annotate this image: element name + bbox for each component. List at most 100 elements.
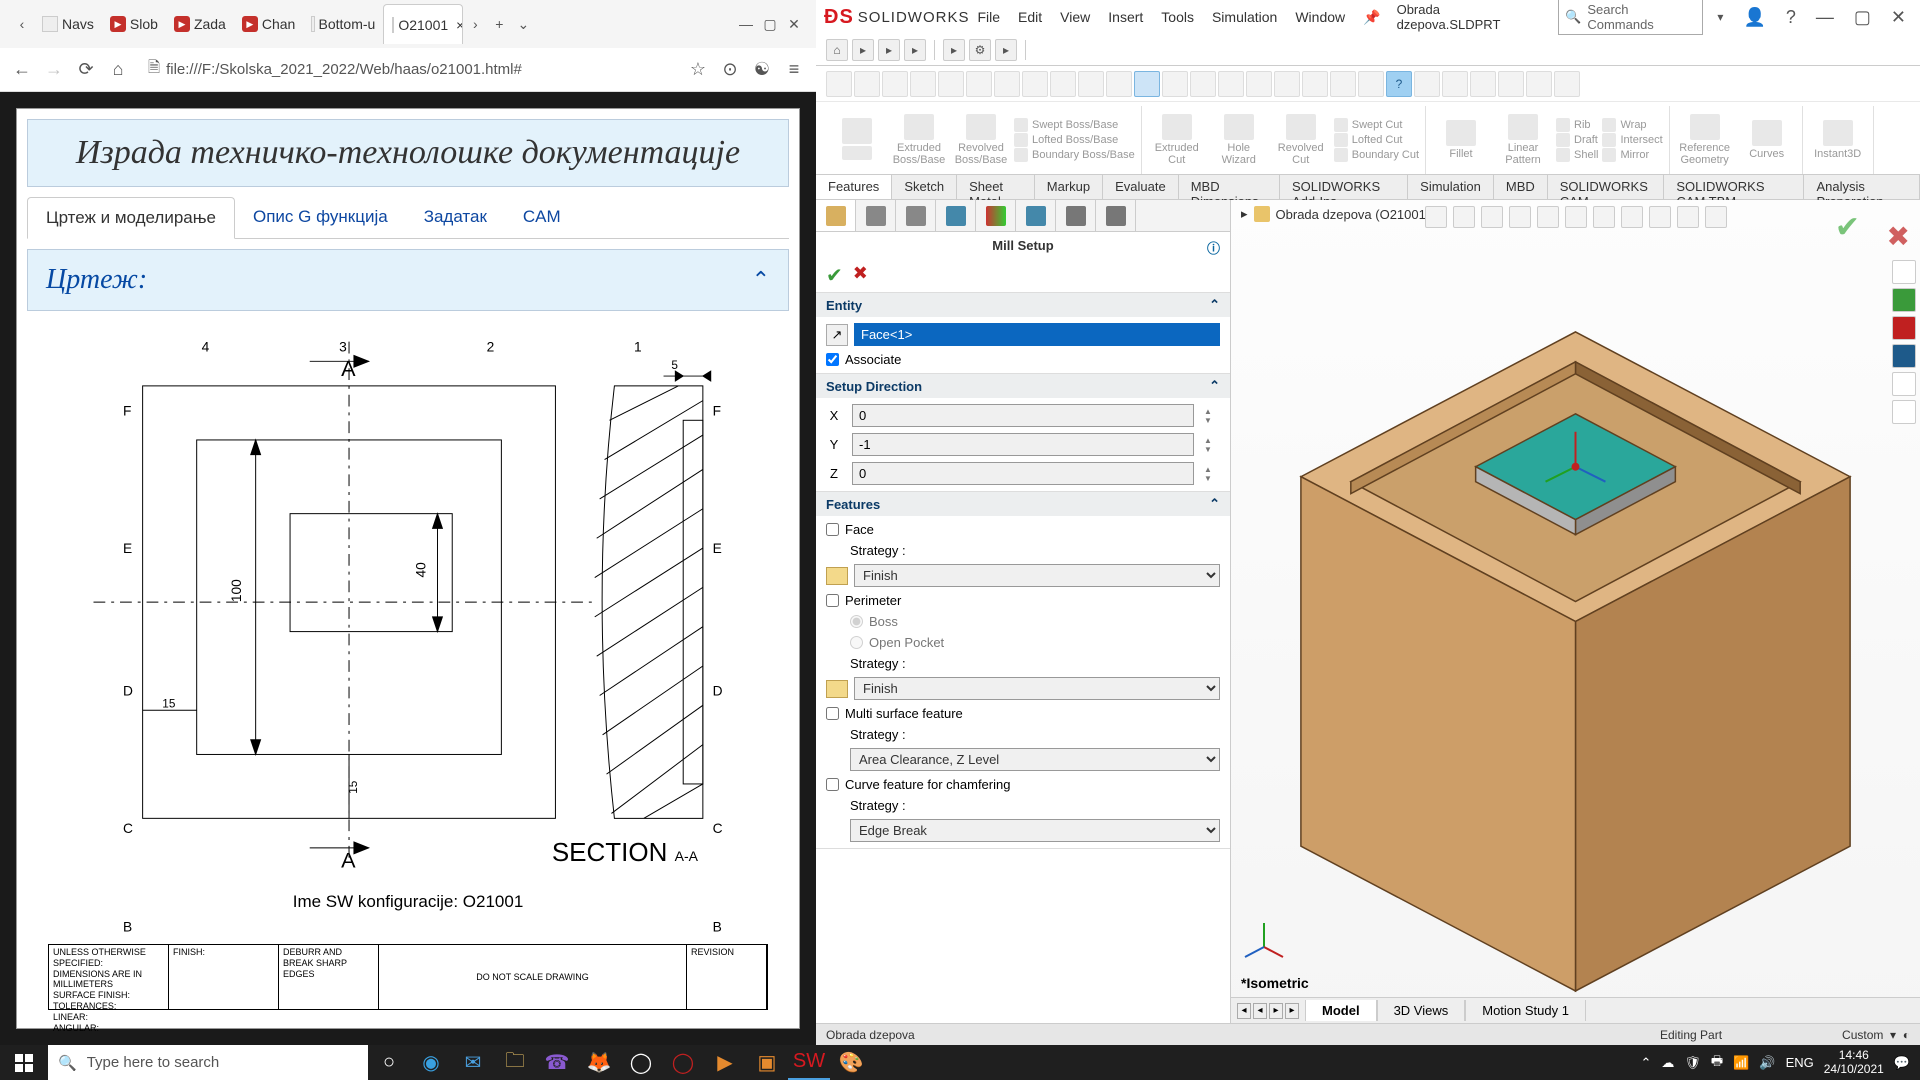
perimeter-checkbox[interactable]: Perimeter xyxy=(826,593,1220,608)
window-min-button[interactable]: — xyxy=(734,12,758,36)
features-section-header[interactable]: Features⌃ xyxy=(816,492,1230,516)
taskpane-icon[interactable] xyxy=(1892,316,1916,340)
pm-tab[interactable] xyxy=(936,200,976,231)
view-tool-icon[interactable] xyxy=(1593,206,1615,228)
print-icon[interactable]: ▸ xyxy=(943,39,965,61)
cm-tab-addins[interactable]: SOLIDWORKS Add-Ins xyxy=(1280,175,1408,199)
pm-tab[interactable] xyxy=(816,200,856,231)
taskpane-icon[interactable] xyxy=(1892,288,1916,312)
cam-tool-icon[interactable] xyxy=(826,71,852,97)
strategy-select[interactable]: Area Clearance, Z Level xyxy=(850,748,1220,771)
status-icon[interactable]: ◐ xyxy=(1903,1028,1910,1042)
save-icon[interactable]: ▸ xyxy=(904,39,926,61)
window-close-button[interactable]: ✕ xyxy=(1885,7,1912,28)
cam-tool-icon[interactable] xyxy=(966,71,992,97)
pm-tab[interactable] xyxy=(1016,200,1056,231)
rib-button[interactable]: Rib xyxy=(1556,118,1598,132)
wrap-button[interactable]: Wrap xyxy=(1602,118,1662,132)
page-tab[interactable]: Цртеж и моделирање xyxy=(27,197,235,239)
face-checkbox[interactable]: Face xyxy=(826,522,1220,537)
shell-button[interactable]: Shell xyxy=(1556,148,1598,162)
cancel-button[interactable]: ✖ xyxy=(853,263,868,288)
mail-icon[interactable]: ✉ xyxy=(452,1045,494,1080)
collapse-header[interactable]: Цртеж: ⌃ xyxy=(27,249,789,311)
z-input[interactable] xyxy=(852,462,1194,485)
printer-icon[interactable]: 🖶 xyxy=(1711,1052,1723,1074)
browser-tab[interactable]: Navs xyxy=(34,4,102,44)
window-max-button[interactable]: ▢ xyxy=(1848,7,1877,28)
model-tab[interactable]: Model xyxy=(1305,1000,1377,1021)
edge-icon[interactable]: ◉ xyxy=(410,1045,452,1080)
browser-tab[interactable]: ▶Chan xyxy=(234,4,303,44)
cm-tab-mbddim[interactable]: MBD Dimensions xyxy=(1179,175,1280,199)
bookmark-icon[interactable]: ☆ xyxy=(688,60,708,80)
browser-tab[interactable]: Bottom-u xyxy=(303,4,383,44)
curve-chamfer-checkbox[interactable]: Curve feature for chamfering xyxy=(826,777,1220,792)
view-tool-icon[interactable] xyxy=(1537,206,1559,228)
motion-study-tab[interactable]: Motion Study 1 xyxy=(1465,1000,1586,1021)
menu-edit[interactable]: Edit xyxy=(1018,9,1042,26)
instant3d-button[interactable]: Instant3D xyxy=(1809,106,1867,174)
cm-tab-mbd[interactable]: MBD xyxy=(1494,175,1548,199)
cam-tool-icon[interactable] xyxy=(1246,71,1272,97)
browser-tab[interactable]: ▶Zada xyxy=(166,4,234,44)
tab-next-icon[interactable]: › xyxy=(463,12,487,36)
y-input[interactable] xyxy=(852,433,1194,456)
opera-icon[interactable]: ◯ xyxy=(662,1045,704,1080)
solidworks-taskbar-icon[interactable]: SW xyxy=(788,1045,830,1080)
view-tool-icon[interactable] xyxy=(1677,206,1699,228)
user-icon[interactable]: 👤 xyxy=(1737,7,1771,28)
nav-back-button[interactable]: ← xyxy=(12,60,32,80)
cm-tab-swcamtbm[interactable]: SOLIDWORKS CAM TBM xyxy=(1664,175,1804,199)
nav-home-button[interactable]: ⌂ xyxy=(108,60,128,80)
lofted-boss-button[interactable]: Lofted Boss/Base xyxy=(1014,133,1135,147)
cm-tab-features[interactable]: Features xyxy=(816,175,892,199)
cam-tool-icon[interactable] xyxy=(854,71,880,97)
onedrive-icon[interactable]: ☁ xyxy=(1661,1055,1674,1071)
window-max-button[interactable]: ▢ xyxy=(758,12,782,36)
cam-tool-icon[interactable] xyxy=(1302,71,1328,97)
taskpane-icon[interactable] xyxy=(1892,400,1916,424)
cam-tool-icon[interactable] xyxy=(1218,71,1244,97)
taskpane-icon[interactable] xyxy=(1892,344,1916,368)
page-tab[interactable]: CAM xyxy=(505,197,579,238)
curves-button[interactable]: Curves xyxy=(1738,106,1796,174)
confirm-icon[interactable]: ✔ xyxy=(1835,210,1860,245)
language-indicator[interactable]: ENG xyxy=(1786,1055,1814,1070)
lofted-cut-button[interactable]: Lofted Cut xyxy=(1334,133,1419,147)
tab-scroll[interactable]: ◂◂▸▸ xyxy=(1231,1003,1305,1019)
cam-tool-icon[interactable] xyxy=(882,71,908,97)
browser-tab[interactable]: ▶Slob xyxy=(102,4,166,44)
open-icon[interactable]: ▸ xyxy=(878,39,900,61)
3dviews-tab[interactable]: 3D Views xyxy=(1377,1000,1466,1021)
settings-icon[interactable]: ⚙ xyxy=(969,39,991,61)
mirror-button[interactable]: Mirror xyxy=(1602,148,1662,162)
cm-tab-sheetmetal[interactable]: Sheet Metal xyxy=(957,175,1035,199)
cam-tool-icon[interactable] xyxy=(1442,71,1468,97)
home-small-icons[interactable] xyxy=(828,106,886,174)
open-pocket-radio[interactable]: Open Pocket xyxy=(826,635,1220,650)
volume-icon[interactable]: 🔊 xyxy=(1759,1055,1775,1071)
media-icon[interactable]: ▶ xyxy=(704,1045,746,1080)
cm-tab-evaluate[interactable]: Evaluate xyxy=(1103,175,1179,199)
pm-tab[interactable] xyxy=(856,200,896,231)
cam-tool-icon[interactable] xyxy=(1162,71,1188,97)
taskpane-icon[interactable] xyxy=(1892,372,1916,396)
associate-checkbox[interactable]: Associate xyxy=(826,352,1220,367)
tray-chevron-icon[interactable]: ⌃ xyxy=(1641,1055,1652,1071)
extruded-boss-button[interactable]: Extruded Boss/Base xyxy=(890,106,948,174)
help-icon[interactable]: ? xyxy=(1780,7,1802,28)
pm-tab[interactable] xyxy=(1096,200,1136,231)
viber-icon[interactable]: ☎ xyxy=(536,1045,578,1080)
entity-section-header[interactable]: Entity⌃ xyxy=(816,293,1230,317)
page-tab[interactable]: Опис G функција xyxy=(235,197,406,238)
spinner[interactable]: ▲▼ xyxy=(1204,436,1220,454)
cam-tool-icon[interactable] xyxy=(994,71,1020,97)
cam-tool-icon[interactable] xyxy=(1274,71,1300,97)
cam-tool-icon[interactable] xyxy=(1330,71,1356,97)
swept-cut-button[interactable]: Swept Cut xyxy=(1334,118,1419,132)
ref-geometry-button[interactable]: Reference Geometry xyxy=(1676,106,1734,174)
hole-wizard-button[interactable]: Hole Wizard xyxy=(1210,106,1268,174)
status-custom[interactable]: Custom xyxy=(1842,1028,1883,1042)
draft-button[interactable]: Draft xyxy=(1556,133,1598,147)
